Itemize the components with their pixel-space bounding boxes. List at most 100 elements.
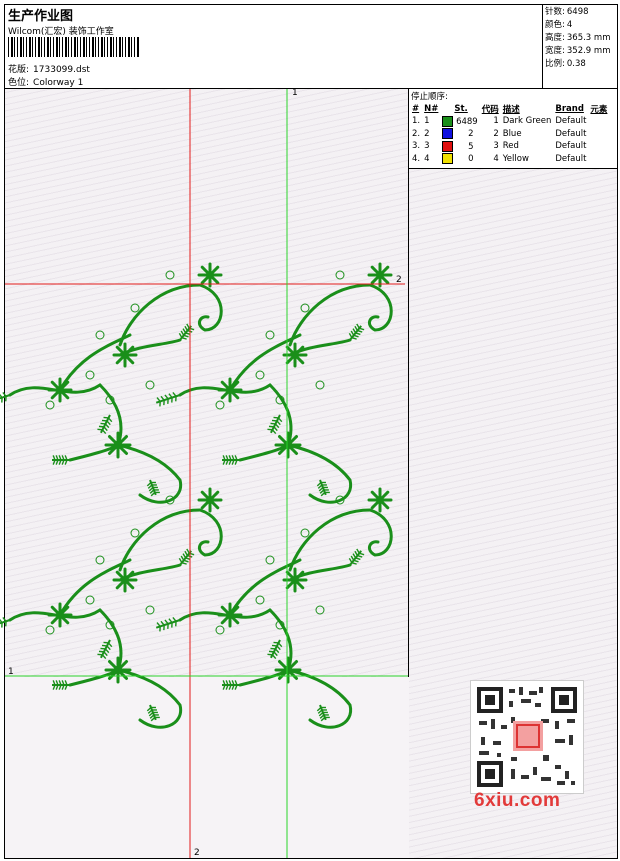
vine-stroke [367,508,393,557]
fern-leaf [148,486,154,492]
fern-leaf [103,416,109,419]
vine-stroke [367,283,393,332]
fern-leaf [355,557,361,561]
guide-label-red-bottom: 2 [194,848,200,858]
fern-leaf [168,618,173,624]
bead-outline [255,370,265,380]
fern-leaf [316,481,322,487]
fern-leaf [181,336,187,340]
bead-outline [300,303,310,313]
fern-leaf [180,555,185,561]
fern-leaf [359,552,365,556]
fern-leaf [172,616,177,622]
flower-center [226,386,234,394]
fern-leaf [103,426,108,432]
flower-center [113,440,123,450]
guide-label-red-right: 2 [396,275,402,285]
qr-code [470,680,584,794]
fern-leaf [273,641,279,644]
flower-center [56,611,64,619]
flower-center [283,440,293,450]
bead-outline [145,605,155,615]
fern-leaf [146,706,152,712]
fern-leaf [164,619,169,625]
fern-leaf [354,550,359,556]
flower-center [226,611,234,619]
fern-leaf [172,391,177,397]
bead-outline [95,330,105,340]
fern-leaf [184,325,189,331]
flower-center [113,665,123,675]
fern-leaf [351,561,357,565]
fern-leaf [350,555,355,561]
fern-leaf [274,423,280,429]
fern-leaf [160,395,165,401]
bead-outline [85,370,95,380]
fern-leaf [106,645,111,651]
fern-leaf [2,616,7,622]
fern-leaf [317,484,323,489]
fern-leaf [273,651,278,657]
fern-leaf [270,647,276,650]
watermark-logo: 6xiu.com [474,790,561,811]
fern-leaf [106,420,111,426]
flower-center [206,496,214,504]
fern-leaf [160,620,165,626]
fern-leaf [97,428,103,431]
fern-leaf [178,557,183,564]
fern-leaf [98,650,105,653]
bead-outline [45,400,55,410]
fern-leaf [356,548,360,554]
bead-outline [300,528,310,538]
fern-leaf [357,554,363,558]
bead-outline [45,625,55,635]
fern-leaf [164,394,169,400]
fern-leaf [267,428,273,431]
bead-outline [255,595,265,605]
fern-leaf [107,417,113,423]
fern-leaf [0,393,3,399]
fern-leaf [352,553,357,559]
flower-center [206,271,214,279]
fern-leaf [268,425,275,428]
fern-leaf [353,559,359,563]
guide-label-green-top: 1 [292,88,298,98]
fern-leaf [271,644,278,647]
flower-center [376,271,384,279]
fern-leaf [273,426,278,432]
fern-leaf [98,425,105,428]
fern-leaf [101,429,107,435]
fern-leaf [271,419,278,422]
bead-outline [130,528,140,538]
fern-leaf [350,330,355,336]
fern-leaf [156,622,161,627]
fern-leaf [186,548,190,554]
fern-leaf [100,647,106,650]
fern-leaf [355,332,361,336]
fern-leaf [104,423,110,429]
flower-center [283,665,293,675]
fern-leaf [348,557,353,564]
fern-leaf [2,391,7,397]
fern-leaf [276,645,281,651]
fern-leaf [183,559,189,563]
fern-leaf [268,650,275,653]
fern-leaf [148,711,154,717]
fern-leaf [348,332,353,339]
bead-outline [165,270,175,280]
fern-leaf [150,716,156,722]
fern-leaf [184,550,189,556]
fern-leaf [101,654,107,660]
bead-outline [265,555,275,565]
fern-leaf [0,618,3,624]
fern-leaf [97,653,103,656]
fern-leaf [186,323,190,329]
fern-leaf [147,484,153,489]
fern-leaf [354,325,359,331]
fern-leaf [103,651,108,657]
fern-leaf [271,429,277,435]
fern-leaf [183,334,189,338]
fern-leaf [100,422,106,425]
fern-leaf [359,327,365,331]
flower-center [291,576,299,584]
